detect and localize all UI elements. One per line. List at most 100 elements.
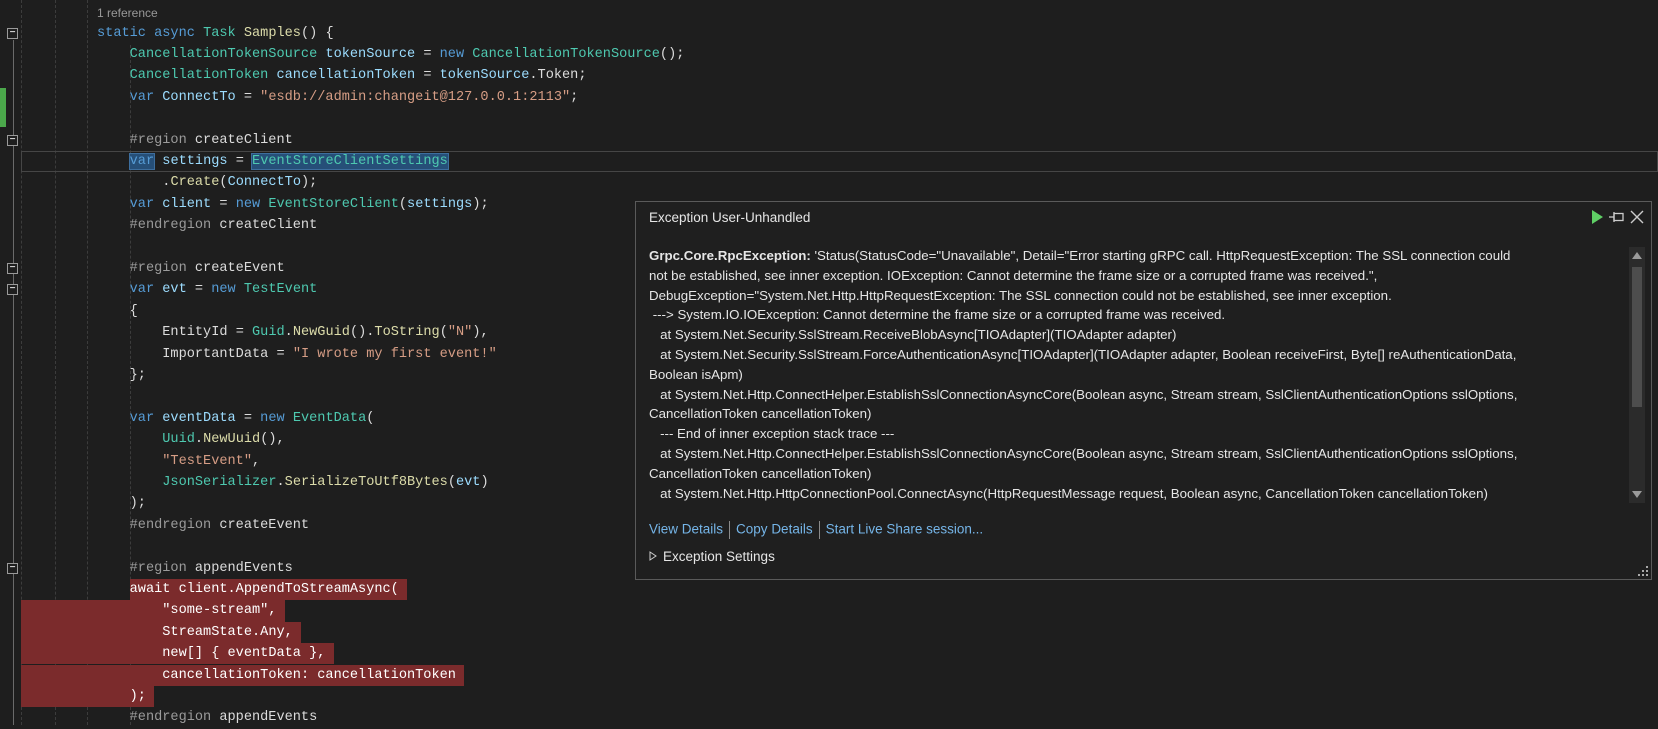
code-token: ); xyxy=(472,196,489,212)
copy-details-link[interactable]: Copy Details xyxy=(736,522,813,537)
live-share-link[interactable]: Start Live Share session... xyxy=(826,522,984,537)
code-token: ConnectTo xyxy=(162,89,236,105)
code-token: #endregion xyxy=(129,218,220,234)
code-token: Samples xyxy=(243,25,301,41)
code-token: async xyxy=(154,25,204,41)
view-details-link[interactable]: View Details xyxy=(649,522,723,537)
code-token: StreamState.Any, xyxy=(162,624,301,640)
message-text: 'Status(StatusCode="Unavailable", Detail… xyxy=(810,248,1511,263)
code-line[interactable]: static async Task Samples() { xyxy=(0,23,1658,44)
message-line: at System.Net.Security.SslStream.Receive… xyxy=(649,325,1639,345)
code-line[interactable]: .Create(ConnectTo); xyxy=(0,172,1658,193)
code-token: = xyxy=(415,46,440,62)
code-token: cancellationToken xyxy=(276,68,416,84)
code-line[interactable]: new[] { eventData }, xyxy=(0,643,1658,665)
message-line: ---> System.IO.IOException: Cannot deter… xyxy=(649,305,1639,325)
code-token: ), xyxy=(472,325,489,341)
code-text: cancellationToken: cancellationToken xyxy=(162,665,464,686)
code-token: . xyxy=(194,432,204,448)
code-line[interactable]: await client.AppendToStreamAsync( xyxy=(0,578,1658,601)
code-token: . xyxy=(276,474,285,490)
code-line[interactable]: "some-stream", xyxy=(0,600,1658,622)
code-text: await client.AppendToStreamAsync( xyxy=(130,579,407,600)
code-token: NewUuid xyxy=(203,432,261,448)
code-token: ); xyxy=(300,175,318,191)
code-token: ); xyxy=(129,496,146,512)
expand-triangle-icon xyxy=(649,551,657,561)
message-text: at System.Net.Security.SslStream.Receive… xyxy=(649,327,1177,343)
code-token: ToString xyxy=(374,325,440,341)
code-token: "I wrote my first event!" xyxy=(292,346,497,362)
code-token: ( xyxy=(447,474,456,490)
code-token: ( xyxy=(398,196,408,212)
code-line[interactable]: var ConnectTo = "esdb://admin:changeit@1… xyxy=(0,87,1658,108)
code-text: .Create(ConnectTo); xyxy=(162,172,317,193)
code-line[interactable]: #endregion appendEvents xyxy=(0,707,1658,728)
message-scrollbar[interactable] xyxy=(1629,247,1645,503)
continue-icon[interactable] xyxy=(1588,208,1606,226)
message-text: at System.Net.Http.ConnectHelper.Establi… xyxy=(649,386,1518,402)
popup-title: Exception User-Unhandled xyxy=(649,210,811,225)
code-text: ); xyxy=(130,686,154,707)
resize-grip-icon[interactable] xyxy=(1638,566,1648,576)
code-token: new xyxy=(260,410,293,426)
code-text: CancellationToken cancellationToken = to… xyxy=(130,65,587,86)
close-icon[interactable] xyxy=(1628,208,1646,226)
code-token: SerializeToUtf8Bytes xyxy=(284,474,448,490)
codelens-references[interactable]: 1 reference xyxy=(97,6,158,20)
message-line: CancellationToken cancellationToken) xyxy=(649,464,1639,484)
code-line[interactable]: ); xyxy=(0,685,1658,708)
code-token: ) xyxy=(480,474,489,490)
code-token: Create xyxy=(170,175,220,191)
scrollbar-thumb[interactable] xyxy=(1632,267,1642,407)
code-text: new[] { eventData }, xyxy=(162,643,333,664)
code-text: "TestEvent", xyxy=(162,451,260,472)
exception-settings-expander[interactable]: Exception Settings xyxy=(649,549,775,564)
message-line: at System.Net.Http.HttpConnectionPool.Co… xyxy=(649,484,1639,504)
code-text: var eventData = new EventData( xyxy=(130,408,375,429)
code-line[interactable]: var settings = EventStoreClientSettings xyxy=(0,150,1658,172)
code-token: Uuid xyxy=(162,432,195,448)
collapse-region-icon[interactable]: − xyxy=(7,134,18,146)
collapse-region-icon[interactable]: − xyxy=(7,562,18,574)
collapse-region-icon[interactable]: − xyxy=(7,262,18,274)
message-line: Grpc.Core.RpcException: 'Status(StatusCo… xyxy=(649,246,1639,266)
code-line[interactable]: CancellationToken cancellationToken = to… xyxy=(0,65,1658,86)
code-token: . xyxy=(284,325,293,341)
code-token: (); xyxy=(659,46,685,62)
pin-icon[interactable] xyxy=(1608,208,1626,226)
code-text: EntityId = Guid.NewGuid().ToString("N"), xyxy=(162,322,488,343)
code-line[interactable]: cancellationToken: cancellationToken xyxy=(0,664,1658,686)
exception-message: Grpc.Core.RpcException: 'Status(StatusCo… xyxy=(649,246,1639,503)
code-token: #endregion xyxy=(129,517,220,533)
code-text: static async Task Samples() { xyxy=(97,23,334,44)
code-token: Task xyxy=(203,25,244,41)
code-text: var ConnectTo = "esdb://admin:changeit@1… xyxy=(130,87,579,108)
code-token: ; xyxy=(570,89,579,105)
code-line[interactable]: CancellationTokenSource tokenSource = ne… xyxy=(0,44,1658,65)
code-token: (). xyxy=(349,325,375,341)
scroll-up-icon[interactable] xyxy=(1632,252,1642,259)
message-line: at System.Net.Http.ConnectHelper.Establi… xyxy=(649,444,1639,464)
scroll-down-icon[interactable] xyxy=(1632,491,1642,498)
code-token: static xyxy=(97,25,155,41)
code-line[interactable] xyxy=(0,108,1658,129)
code-line[interactable]: #region createClient xyxy=(0,130,1658,151)
code-text: #region createClient xyxy=(130,130,293,151)
code-text: ImportantData = "I wrote my first event!… xyxy=(162,344,497,365)
code-token: NewGuid xyxy=(292,325,350,341)
code-token: }; xyxy=(129,367,146,383)
code-token: , xyxy=(252,453,261,469)
message-line: --- End of inner exception stack trace -… xyxy=(649,424,1639,444)
collapse-region-icon[interactable]: − xyxy=(7,27,18,39)
code-token: = xyxy=(227,153,253,169)
divider xyxy=(818,521,820,539)
code-token: var xyxy=(129,196,163,212)
code-token: EventStoreClientSettings xyxy=(251,152,449,170)
code-text: }; xyxy=(130,365,146,386)
code-text: "some-stream", xyxy=(162,600,284,621)
collapse-region-icon[interactable]: − xyxy=(7,284,18,296)
code-token: settings xyxy=(162,153,228,169)
code-line[interactable]: StreamState.Any, xyxy=(0,621,1658,644)
message-text: Boolean isApm) xyxy=(649,366,743,382)
